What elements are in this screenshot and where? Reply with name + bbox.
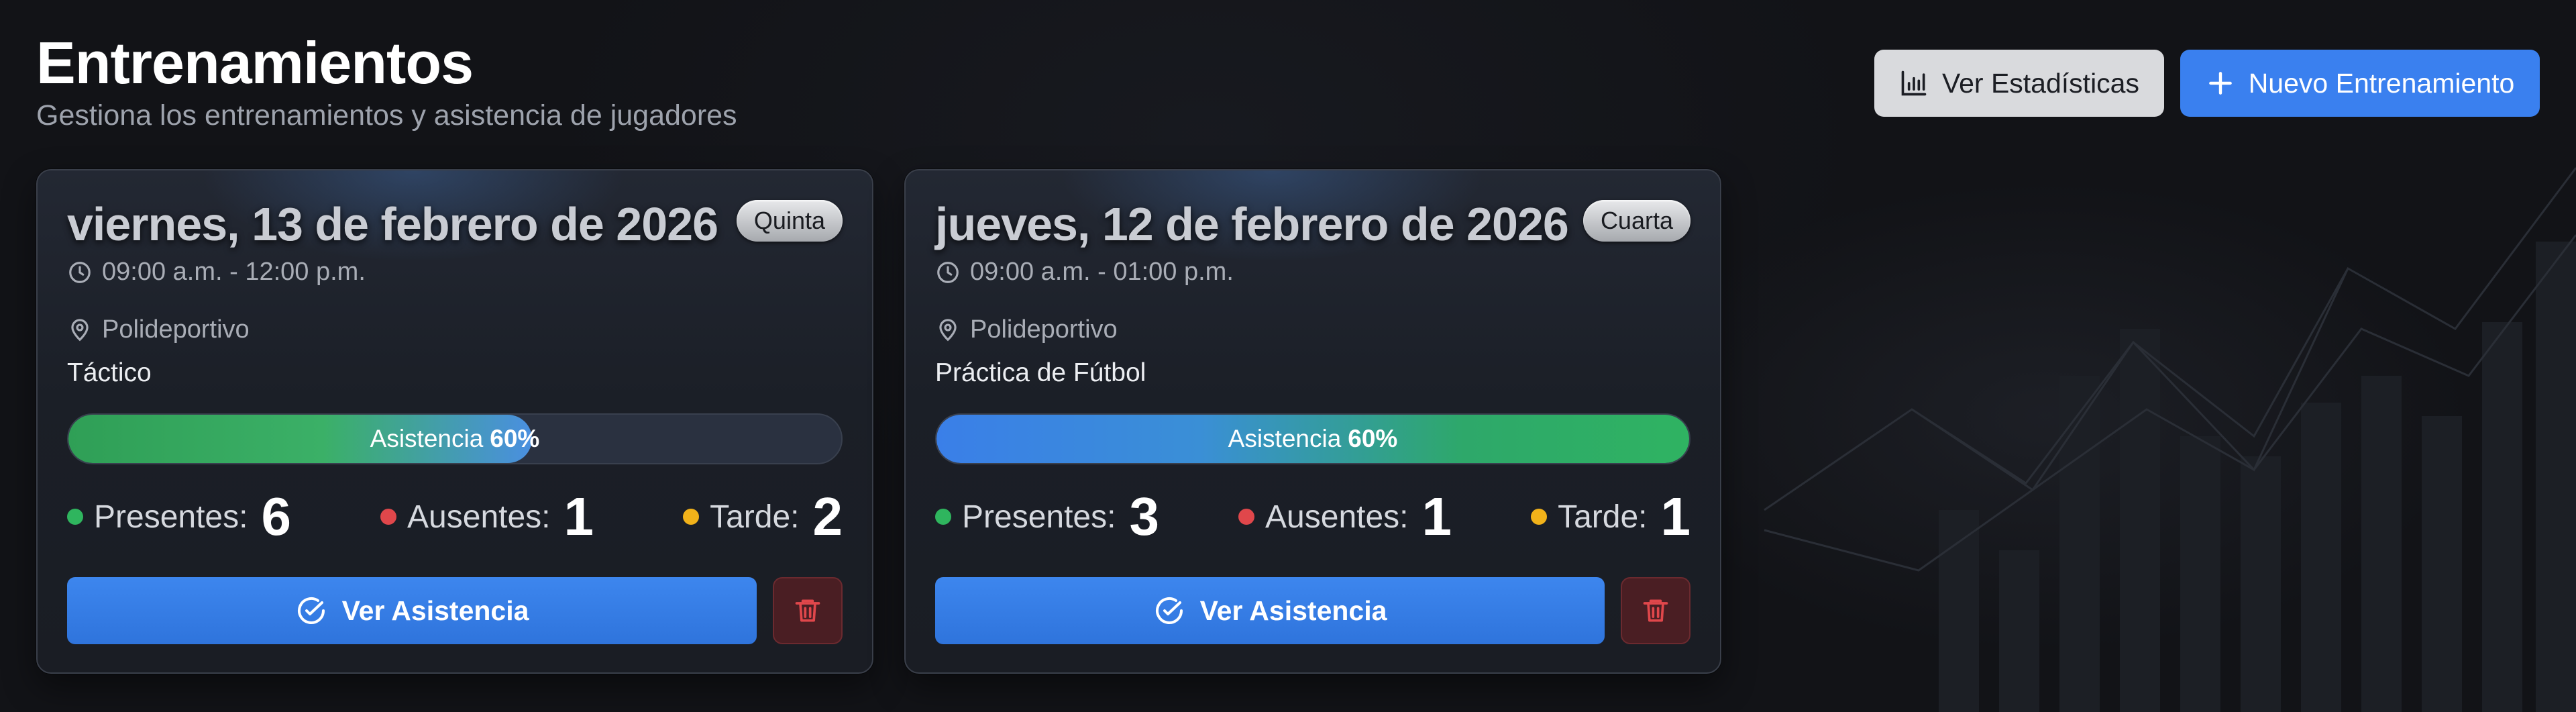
training-card: jueves, 12 de febrero de 2026 Cuarta 09:…	[904, 169, 1721, 674]
plus-icon	[2208, 72, 2232, 95]
attendance-progress: Asistencia 60%	[935, 413, 1690, 464]
attendance-stats: Presentes: 6 Ausentes: 1 Tarde: 2	[67, 483, 843, 550]
view-attendance-button[interactable]: Ver Asistencia	[67, 577, 757, 644]
card-actions: Ver Asistencia	[935, 577, 1690, 644]
late-stat: Tarde: 1	[1531, 486, 1690, 548]
present-count: 3	[1129, 487, 1159, 546]
view-attendance-label: Ver Asistencia	[1199, 595, 1387, 626]
category-badge: Quinta	[736, 200, 843, 242]
page-header: Entrenamientos Gestiona los entrenamient…	[36, 30, 737, 133]
absent-dot-icon	[1238, 509, 1255, 525]
present-count: 6	[261, 487, 291, 546]
training-type: Táctico	[67, 358, 152, 387]
late-count: 1	[1660, 487, 1690, 546]
late-stat: Tarde: 2	[683, 486, 843, 548]
attendance-value: 60%	[1348, 425, 1398, 452]
absent-label: Ausentes:	[407, 499, 551, 535]
training-date: viernes, 13 de febrero de 2026	[67, 198, 718, 250]
background-chart-decoration	[1764, 167, 2576, 712]
attendance-progress-label: Asistencia 60%	[68, 415, 841, 463]
absent-stat: Ausentes: 1	[380, 486, 594, 548]
present-label: Presentes:	[962, 499, 1116, 535]
absent-count: 1	[1421, 487, 1452, 546]
present-stat: Presentes: 6	[67, 486, 291, 548]
late-dot-icon	[683, 509, 700, 525]
late-label: Tarde:	[1558, 499, 1648, 535]
training-time: 09:00 a.m. - 12:00 p.m.	[67, 258, 366, 287]
page-subtitle: Gestiona los entrenamientos y asistencia…	[36, 99, 737, 132]
map-pin-icon	[939, 318, 957, 341]
training-time: 09:00 a.m. - 01:00 p.m.	[935, 258, 1234, 287]
training-location-text: Polideportivo	[970, 315, 1118, 344]
late-dot-icon	[1531, 509, 1548, 525]
late-count: 2	[812, 487, 843, 546]
absent-stat: Ausentes: 1	[1238, 486, 1452, 548]
clock-icon	[69, 261, 91, 283]
training-date: jueves, 12 de febrero de 2026	[935, 198, 1569, 250]
training-time-text: 09:00 a.m. - 01:00 p.m.	[970, 258, 1234, 286]
view-attendance-label: Ver Asistencia	[341, 595, 529, 626]
present-dot-icon	[935, 509, 951, 525]
view-stats-label: Ver Estadísticas	[1942, 67, 2139, 99]
training-card: viernes, 13 de febrero de 2026 Quinta 09…	[36, 169, 873, 674]
delete-training-button[interactable]	[1621, 577, 1690, 644]
trash-icon	[795, 599, 820, 622]
present-label: Presentes:	[94, 499, 248, 535]
attendance-label: Asistencia	[1228, 425, 1342, 452]
check-circle-icon	[297, 597, 325, 624]
training-location-text: Polideportivo	[102, 315, 250, 344]
new-training-button[interactable]: Nuevo Entrenamiento	[2180, 50, 2540, 117]
delete-training-button[interactable]	[773, 577, 843, 644]
page-title: Entrenamientos	[36, 30, 474, 96]
attendance-value: 60%	[490, 425, 540, 452]
header-actions: Ver Estadísticas Nuevo Entrenamiento	[1874, 50, 2540, 117]
new-training-label: Nuevo Entrenamiento	[2248, 67, 2515, 99]
view-stats-button[interactable]: Ver Estadísticas	[1874, 50, 2164, 117]
late-label: Tarde:	[710, 499, 800, 535]
attendance-stats: Presentes: 3 Ausentes: 1 Tarde: 1	[935, 483, 1690, 550]
check-circle-icon	[1155, 597, 1183, 624]
attendance-label: Asistencia	[370, 425, 484, 452]
bar-chart-icon	[1901, 70, 1927, 96]
training-time-text: 09:00 a.m. - 12:00 p.m.	[102, 258, 366, 286]
present-stat: Presentes: 3	[935, 486, 1159, 548]
view-attendance-button[interactable]: Ver Asistencia	[935, 577, 1605, 644]
absent-dot-icon	[380, 509, 397, 525]
absent-label: Ausentes:	[1265, 499, 1409, 535]
training-location: Polideportivo	[67, 315, 250, 344]
training-location: Polideportivo	[935, 315, 1118, 344]
card-actions: Ver Asistencia	[67, 577, 843, 644]
present-dot-icon	[67, 509, 83, 525]
training-type: Práctica de Fútbol	[935, 358, 1146, 387]
category-badge: Cuarta	[1582, 200, 1690, 242]
attendance-progress: Asistencia 60%	[67, 413, 843, 464]
trash-icon	[1643, 599, 1668, 622]
absent-count: 1	[564, 487, 594, 546]
map-pin-icon	[71, 318, 89, 341]
clock-icon	[937, 261, 959, 283]
attendance-progress-label: Asistencia 60%	[936, 415, 1689, 463]
